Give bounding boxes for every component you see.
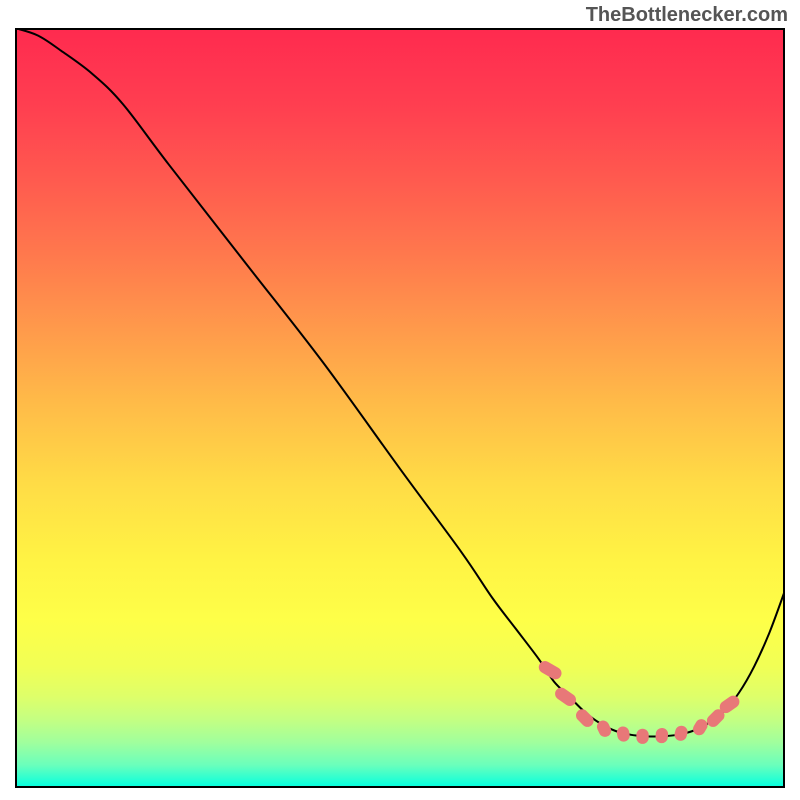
watermark-text: TheBottlenecker.com — [586, 4, 788, 27]
chart-container — [15, 28, 785, 788]
chart-gradient-background — [15, 28, 785, 788]
